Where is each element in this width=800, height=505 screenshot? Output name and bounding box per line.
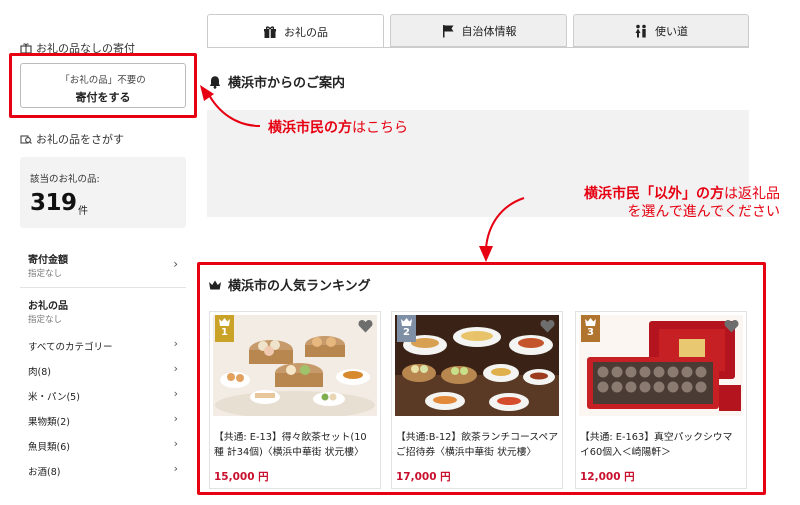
filter-gift-type[interactable]: お礼の品 指定なし [20,293,186,331]
red-arrow-to-ranking [479,197,525,262]
highlight-box-no-gift [9,53,197,118]
filter-value: 指定なし [28,315,63,325]
filter-value: 指定なし [28,269,63,279]
filter-title: 寄付金額 [28,255,68,266]
non-residents-annotation-bold: 横浜市民「以外」の方 [584,186,724,202]
filter-donation-amount[interactable]: 寄付金額 指定なし › [20,247,186,285]
non-residents-annotation-rest: は返礼品 [724,186,780,202]
category-item-meat[interactable]: 肉(8) › [20,359,186,383]
tab-gifts[interactable]: お礼の品 [207,14,384,48]
category-item-fruit[interactable]: 果物類(2) › [20,409,186,433]
category-label: 米・パン(5) [28,392,80,403]
result-count-label: 該当のお礼の品: [30,174,100,185]
residents-annotation-rest: はこちら [352,120,408,136]
category-item-rice-bread[interactable]: 米・パン(5) › [20,384,186,408]
category-item-sake[interactable]: お酒(8) › [20,459,186,483]
chevron-right-icon: › [173,462,178,475]
red-arrow-to-no-gift [200,85,261,127]
search-heading-text: お礼の品をさがす [36,133,124,146]
category-item-all[interactable]: すべてのカテゴリー › [20,334,186,358]
category-label: 肉(8) [28,367,51,378]
category-label: 果物類(2) [28,417,70,428]
tab-bar-line [207,47,749,48]
residents-annotation-bold: 横浜市民の方 [268,120,352,136]
search-heading: お礼の品をさがす [20,131,124,147]
divider [20,287,186,288]
tab-usage[interactable]: 使い道 [573,14,749,47]
chevron-right-icon: › [173,437,178,450]
chevron-right-icon: › [173,387,178,400]
category-label: 魚貝類(6) [28,442,70,453]
category-label: お酒(8) [28,467,61,478]
tab-label: お礼の品 [284,25,328,39]
gift-icon [264,25,276,38]
highlight-box-ranking [197,262,766,495]
category-item-seafood[interactable]: 魚貝類(6) › [20,434,186,458]
tab-label: 自治体情報 [461,24,517,38]
search-gift-icon [20,135,32,144]
result-count-box: 該当のお礼の品: 319 件 [20,157,186,228]
result-count-unit: 件 [78,206,88,217]
chevron-right-icon: › [173,337,178,350]
result-count-value: 319 [30,190,77,216]
tab-municipality-info[interactable]: 自治体情報 [390,14,567,47]
chevron-right-icon: › [173,362,178,375]
category-label: すべてのカテゴリー [28,342,113,353]
tab-label: 使い道 [655,24,688,38]
chevron-right-icon: › [173,257,178,271]
people-icon [635,24,646,37]
residents-annotation: 横浜市民の方はこちら [268,117,408,137]
filter-title: お礼の品 [28,301,68,312]
chevron-right-icon: › [173,412,178,425]
flag-icon [442,24,453,37]
